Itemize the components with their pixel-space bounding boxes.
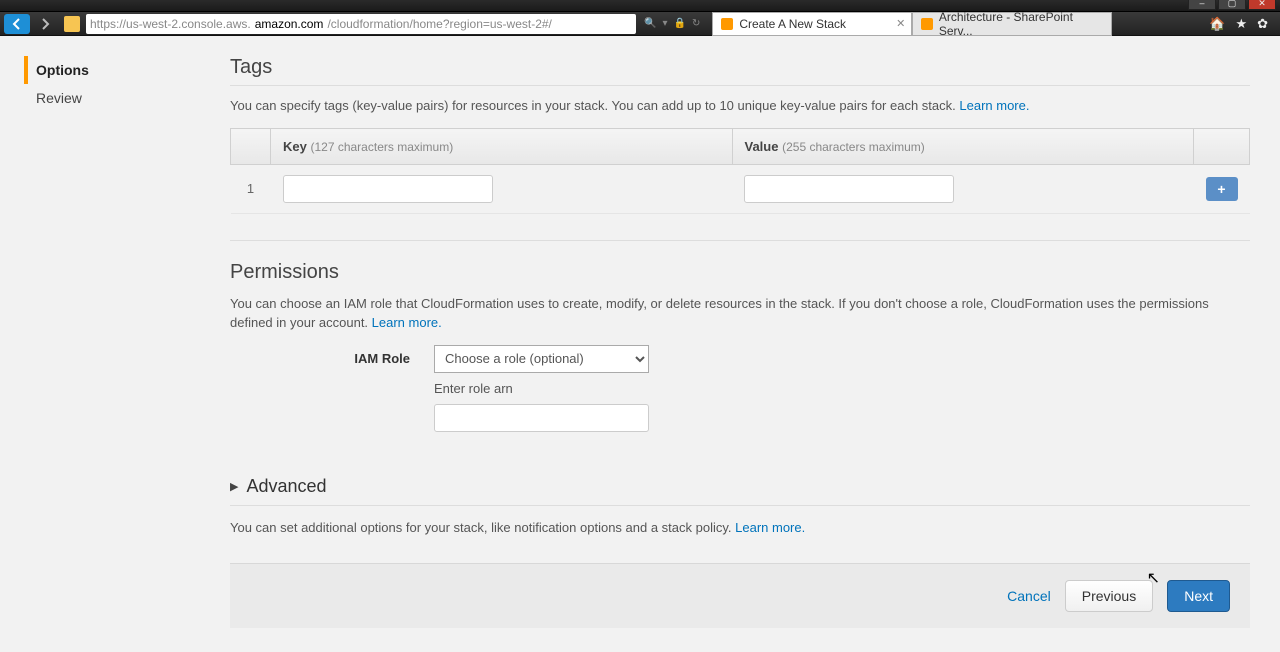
previous-button[interactable]: Previous (1065, 580, 1153, 612)
search-icon[interactable]: 🔍 (644, 18, 656, 29)
tab-title: Architecture - SharePoint Serv... (939, 10, 1103, 38)
aws-favicon-icon (921, 18, 933, 30)
window-close-button[interactable]: ✕ (1248, 0, 1276, 10)
cancel-button[interactable]: Cancel (1007, 588, 1051, 604)
permissions-heading: Permissions (230, 261, 1250, 284)
wizard-sidebar: Options Review (0, 36, 200, 640)
url-prefix: https://us-west-2.console.aws. (90, 17, 251, 31)
tags-table: Key (127 characters maximum) Value (255 … (230, 128, 1250, 214)
iam-role-select[interactable]: Choose a role (optional) (434, 345, 649, 373)
col-num (231, 128, 271, 164)
refresh-icon[interactable]: ↻ (692, 18, 700, 29)
address-bar[interactable]: https://us-west-2.console.aws. amazon.com… (86, 14, 636, 34)
col-key-hint: (127 characters maximum) (310, 140, 453, 154)
settings-icon[interactable]: ✿ (1257, 16, 1268, 32)
sidebar-item-options[interactable]: Options (24, 56, 200, 84)
tab-create-stack[interactable]: Create A New Stack ✕ (712, 12, 912, 36)
page-body: Options Review Tags You can specify tags… (0, 36, 1280, 640)
url-controls: 🔍 ▾ 🔒 ↻ (638, 18, 706, 29)
advanced-description: You can set additional options for your … (230, 518, 1250, 538)
col-value: Value (255 characters maximum) (732, 128, 1194, 164)
iam-role-label: IAM Role (340, 345, 410, 366)
col-value-label: Value (745, 139, 779, 154)
tag-key-input[interactable] (283, 175, 493, 203)
permissions-description: You can choose an IAM role that CloudFor… (230, 294, 1250, 333)
aws-favicon-icon (721, 18, 733, 30)
col-key-label: Key (283, 139, 307, 154)
tab-strip: Create A New Stack ✕ Architecture - Shar… (712, 12, 1112, 36)
url-domain: amazon.com (255, 17, 324, 31)
stop-icon[interactable]: ▾ (662, 18, 667, 29)
home-icon[interactable]: 🏠 (1209, 16, 1225, 32)
lock-icon: 🔒 (673, 18, 685, 29)
browser-toolbar: https://us-west-2.console.aws. amazon.com… (0, 12, 1280, 36)
tags-desc-text: You can specify tags (key-value pairs) f… (230, 98, 959, 113)
advanced-learn-more-link[interactable]: Learn more. (735, 520, 805, 535)
advanced-heading: Advanced (246, 476, 326, 497)
tags-learn-more-link[interactable]: Learn more. (959, 98, 1029, 113)
permissions-learn-more-link[interactable]: Learn more. (372, 315, 442, 330)
tag-value-input[interactable] (744, 175, 954, 203)
advanced-desc-text: You can set additional options for your … (230, 520, 735, 535)
tab-architecture[interactable]: Architecture - SharePoint Serv... (912, 12, 1112, 36)
main-content: Tags You can specify tags (key-value pai… (200, 36, 1280, 640)
window-maximize-button[interactable]: ▢ (1218, 0, 1246, 10)
favorites-icon[interactable]: ★ (1235, 16, 1247, 32)
role-arn-input[interactable] (434, 404, 649, 432)
sidebar-item-review[interactable]: Review (24, 84, 200, 112)
arrow-right-icon (38, 17, 52, 31)
tags-heading: Tags (230, 56, 1250, 86)
window-minimize-button[interactable]: – (1188, 0, 1216, 10)
row-number: 1 (231, 164, 271, 213)
url-suffix: /cloudformation/home?region=us-west-2#/ (327, 17, 551, 31)
role-arn-label: Enter role arn (434, 381, 649, 396)
col-key: Key (127 characters maximum) (271, 128, 733, 164)
iam-role-row: IAM Role Choose a role (optional) Enter … (340, 345, 1250, 432)
next-button[interactable]: Next (1167, 580, 1230, 612)
divider (230, 240, 1250, 241)
site-icon (64, 16, 80, 32)
forward-button[interactable] (32, 14, 58, 34)
tag-row: 1 + (231, 164, 1250, 213)
advanced-toggle[interactable]: ▶ Advanced (230, 476, 1250, 506)
wizard-footer: Cancel Previous Next (230, 563, 1250, 628)
tags-description: You can specify tags (key-value pairs) f… (230, 96, 1250, 116)
col-actions (1194, 128, 1250, 164)
tab-title: Create A New Stack (739, 17, 846, 31)
tab-close-icon[interactable]: ✕ (896, 17, 905, 30)
expand-triangle-icon: ▶ (230, 480, 238, 493)
col-value-hint: (255 characters maximum) (782, 140, 925, 154)
back-button[interactable] (4, 14, 30, 34)
arrow-left-icon (10, 17, 24, 31)
add-tag-button[interactable]: + (1206, 177, 1238, 201)
